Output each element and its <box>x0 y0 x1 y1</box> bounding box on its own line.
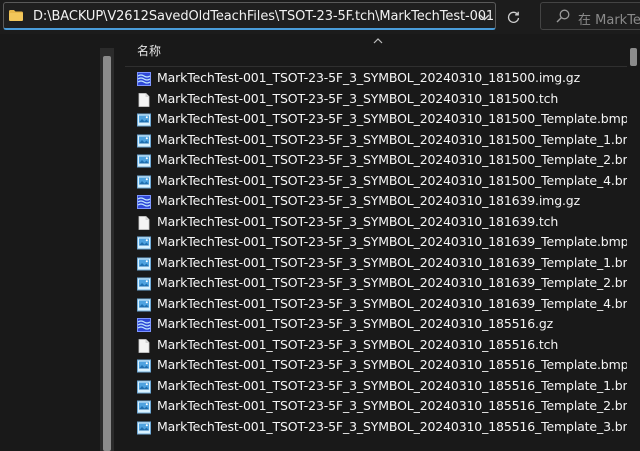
file-name[interactable]: MarkTechTest-001_TSOT-23-5F_3_SYMBOL_202… <box>157 357 629 372</box>
file-list-scrollbar[interactable] <box>627 48 640 451</box>
file-name[interactable]: MarkTechTest-001_TSOT-23-5F_3_SYMBOL_202… <box>157 152 640 167</box>
bmp-image-icon <box>137 256 151 270</box>
file-row[interactable]: MarkTechTest-001_TSOT-23-5F_3_SYMBOL_202… <box>125 294 640 315</box>
search-placeholder: 在 MarkTe <box>578 13 640 28</box>
search-box[interactable]: 在 MarkTe <box>540 2 640 30</box>
bmp-image-icon <box>137 153 151 168</box>
file-name[interactable]: MarkTechTest-001_TSOT-23-5F_3_SYMBOL_202… <box>157 173 640 188</box>
chevron-down-icon <box>479 14 489 20</box>
file-name[interactable]: MarkTechTest-001_TSOT-23-5F_3_SYMBOL_202… <box>157 255 640 270</box>
file-name[interactable]: MarkTechTest-001_TSOT-23-5F_3_SYMBOL_202… <box>157 296 640 311</box>
file-name[interactable]: MarkTechTest-001_TSOT-23-5F_3_SYMBOL_202… <box>157 337 558 352</box>
file-row[interactable]: MarkTechTest-001_TSOT-23-5F_3_SYMBOL_202… <box>125 191 625 212</box>
sort-ascending-icon <box>373 38 383 44</box>
file-list: MarkTechTest-001_TSOT-23-5F_3_SYMBOL_202… <box>125 68 640 438</box>
bmp-image-icon <box>137 379 151 393</box>
bmp-image-icon <box>137 276 151 291</box>
file-name[interactable]: MarkTechTest-001_TSOT-23-5F_3_SYMBOL_202… <box>157 419 640 434</box>
file-row[interactable]: MarkTechTest-001_TSOT-23-5F_3_SYMBOL_202… <box>125 314 625 335</box>
bmp-image-icon <box>137 112 151 127</box>
file-row[interactable]: MarkTechTest-001_TSOT-23-5F_3_SYMBOL_202… <box>125 355 629 376</box>
refresh-icon <box>507 11 519 23</box>
file-row[interactable]: MarkTechTest-001_TSOT-23-5F_3_SYMBOL_202… <box>125 150 640 171</box>
file-name[interactable]: MarkTechTest-001_TSOT-23-5F_3_SYMBOL_202… <box>157 70 580 85</box>
bmp-image-icon <box>137 235 151 250</box>
file-row[interactable]: MarkTechTest-001_TSOT-23-5F_3_SYMBOL_202… <box>125 417 640 438</box>
file-name[interactable]: MarkTechTest-001_TSOT-23-5F_3_SYMBOL_202… <box>157 398 640 413</box>
bmp-image-icon <box>137 399 151 414</box>
file-row[interactable]: MarkTechTest-001_TSOT-23-5F_3_SYMBOL_202… <box>125 130 640 151</box>
blank-file-icon <box>137 215 151 230</box>
folder-icon <box>9 10 23 21</box>
file-row[interactable]: MarkTechTest-001_TSOT-23-5F_3_SYMBOL_202… <box>125 396 640 417</box>
file-row[interactable]: MarkTechTest-001_TSOT-23-5F_3_SYMBOL_202… <box>125 68 625 89</box>
address-bar[interactable]: D:\BACKUP\V2612SavedOldTeachFiles\TSOT-2… <box>3 2 496 30</box>
gz-archive-icon <box>137 194 151 209</box>
file-row[interactable]: MarkTechTest-001_TSOT-23-5F_3_SYMBOL_202… <box>125 335 625 356</box>
bmp-image-icon <box>137 358 151 373</box>
file-row[interactable]: MarkTechTest-001_TSOT-23-5F_3_SYMBOL_202… <box>125 171 640 192</box>
search-icon <box>556 9 570 23</box>
bmp-image-icon <box>137 420 151 434</box>
file-name[interactable]: MarkTechTest-001_TSOT-23-5F_3_SYMBOL_202… <box>157 234 629 249</box>
file-name[interactable]: MarkTechTest-001_TSOT-23-5F_3_SYMBOL_202… <box>157 193 580 208</box>
file-row[interactable]: MarkTechTest-001_TSOT-23-5F_3_SYMBOL_202… <box>125 232 629 253</box>
file-row[interactable]: MarkTechTest-001_TSOT-23-5F_3_SYMBOL_202… <box>125 273 640 294</box>
blank-file-icon <box>137 92 151 107</box>
bmp-image-icon <box>137 174 151 188</box>
blank-file-icon <box>137 338 151 353</box>
file-name[interactable]: MarkTechTest-001_TSOT-23-5F_3_SYMBOL_202… <box>157 214 558 229</box>
file-name[interactable]: MarkTechTest-001_TSOT-23-5F_3_SYMBOL_202… <box>157 378 640 393</box>
file-row[interactable]: MarkTechTest-001_TSOT-23-5F_3_SYMBOL_202… <box>125 212 625 233</box>
file-row[interactable]: MarkTechTest-001_TSOT-23-5F_3_SYMBOL_202… <box>125 89 625 110</box>
file-name[interactable]: MarkTechTest-001_TSOT-23-5F_3_SYMBOL_202… <box>157 275 640 290</box>
file-row[interactable]: MarkTechTest-001_TSOT-23-5F_3_SYMBOL_202… <box>125 253 640 274</box>
bmp-image-icon <box>137 133 151 147</box>
column-header-name[interactable]: 名称 <box>137 42 161 59</box>
navigation-pane-scroll-thumb[interactable] <box>103 56 111 451</box>
file-name[interactable]: MarkTechTest-001_TSOT-23-5F_3_SYMBOL_202… <box>157 111 629 126</box>
refresh-button[interactable] <box>500 5 526 29</box>
file-row[interactable]: MarkTechTest-001_TSOT-23-5F_3_SYMBOL_202… <box>125 376 640 397</box>
gz-archive-icon <box>137 71 151 86</box>
address-toolbar: D:\BACKUP\V2612SavedOldTeachFiles\TSOT-2… <box>0 0 640 34</box>
file-row[interactable]: MarkTechTest-001_TSOT-23-5F_3_SYMBOL_202… <box>125 109 629 130</box>
file-name[interactable]: MarkTechTest-001_TSOT-23-5F_3_SYMBOL_202… <box>157 316 553 331</box>
gz-archive-icon <box>137 317 151 332</box>
address-path[interactable]: D:\BACKUP\V2612SavedOldTeachFiles\TSOT-2… <box>33 9 494 24</box>
file-list-scroll-thumb[interactable] <box>630 48 637 66</box>
header-divider <box>125 66 629 67</box>
file-name[interactable]: MarkTechTest-001_TSOT-23-5F_3_SYMBOL_202… <box>157 91 558 106</box>
file-name[interactable]: MarkTechTest-001_TSOT-23-5F_3_SYMBOL_202… <box>157 132 640 147</box>
address-history-button[interactable] <box>471 6 497 28</box>
bmp-image-icon <box>137 297 151 311</box>
